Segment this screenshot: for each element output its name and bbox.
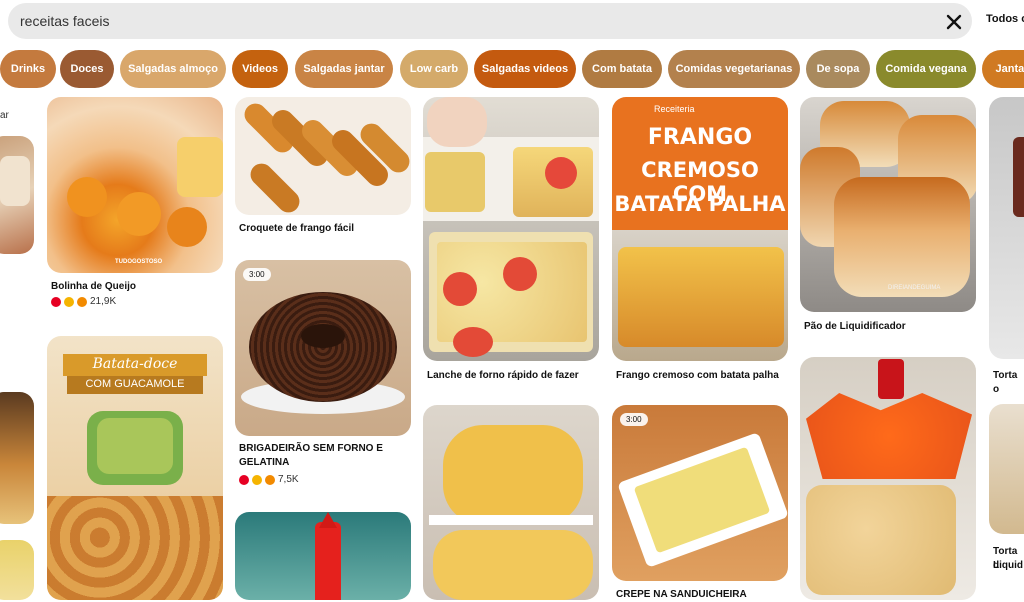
pin-title[interactable]: Frango cremoso com batata palha	[616, 369, 779, 383]
filter-chip[interactable]: Drinks	[0, 50, 56, 88]
filter-chip[interactable]: Salgadas videos	[474, 50, 576, 88]
pin-card[interactable]	[423, 405, 599, 600]
top-bar: Todos o	[0, 0, 1024, 44]
video-duration: 3:00	[243, 268, 271, 281]
filter-chip[interactable]: Jantar	[982, 50, 1024, 88]
emoji-icon	[252, 474, 262, 485]
pin-title[interactable]: CREPE NA SANDUICHEIRA	[616, 588, 747, 602]
pin-watermark: DIREIANDEGUIMA	[888, 285, 941, 291]
pin-reactions: 21,9K	[51, 296, 116, 307]
pin-title[interactable]: Pão de Liquidificador	[804, 320, 906, 334]
filter-chip[interactable]: Salgadas almoço	[120, 50, 226, 88]
brand-label: Receiteria	[654, 104, 695, 114]
pin-card-lanche[interactable]	[423, 97, 599, 361]
pin-card[interactable]	[989, 404, 1024, 534]
pin-card-bolinha[interactable]: TUDOGOSTOSO	[47, 97, 223, 273]
pin-card-frango[interactable]: Receiteria FRANGO CREMOSO COM BATATA PAL…	[612, 97, 788, 361]
overlay-title: Batata-doce	[92, 356, 178, 372]
headline-line3: BATATA PALHA	[614, 192, 786, 216]
reaction-count: 7,5K	[278, 474, 299, 485]
side-text: ar	[0, 110, 9, 121]
filter-chip[interactable]: Doces	[60, 50, 114, 88]
heart-icon	[239, 474, 249, 485]
headline-line1: FRANGO	[647, 125, 753, 150]
pin-card[interactable]	[0, 540, 34, 600]
filter-chip[interactable]: Comidas vegetarianas	[668, 50, 800, 88]
pin-title-line2[interactable]: GELATINA	[239, 456, 289, 470]
pin-title-line2[interactable]: Liquid	[993, 559, 1023, 573]
pin-card[interactable]	[0, 136, 34, 254]
pin-card-batata-doce[interactable]: Batata-doce COM GUACAMOLE	[47, 336, 223, 600]
reaction-count: 21,9K	[90, 296, 117, 307]
emoji-icon	[64, 296, 74, 307]
pin-card-croquete[interactable]	[235, 97, 411, 215]
pin-card[interactable]	[235, 512, 411, 600]
pin-watermark: TUDOGOSTOSO	[115, 259, 163, 265]
search-input[interactable]	[20, 3, 920, 39]
pin-title[interactable]: Torta o	[993, 369, 1024, 397]
pin-card[interactable]	[0, 392, 34, 524]
filter-chips: Drinks Doces Salgadas almoço Videos Salg…	[0, 50, 1024, 90]
overlay-subtitle: COM GUACAMOLE	[85, 378, 185, 390]
video-duration: 3:00	[620, 413, 648, 426]
filter-chip[interactable]: Com batata	[582, 50, 662, 88]
search-bar[interactable]	[8, 3, 972, 39]
pin-card[interactable]	[800, 357, 976, 600]
filter-chip[interactable]: Salgadas jantar	[295, 50, 393, 88]
pin-card-crepe[interactable]: 3:00	[612, 405, 788, 581]
search-scope-dropdown[interactable]: Todos o	[986, 13, 1024, 25]
emoji-icon	[265, 474, 275, 485]
pin-card-brigadeirao[interactable]: 3:00	[235, 260, 411, 436]
pin-title[interactable]: Croquete de frango fácil	[239, 222, 354, 236]
pin-title[interactable]: Lanche de forno rápido de fazer	[427, 369, 579, 383]
pin-card-pao[interactable]: DIREIANDEGUIMA	[800, 97, 976, 312]
pin-title[interactable]: BRIGADEIRÃO SEM FORNO E	[239, 442, 383, 456]
emoji-icon	[77, 296, 87, 307]
heart-icon	[51, 296, 61, 307]
filter-chip[interactable]: Low carb	[400, 50, 468, 88]
pin-card[interactable]	[989, 97, 1024, 359]
close-icon[interactable]	[944, 12, 964, 32]
filter-chip[interactable]: De sopa	[806, 50, 870, 88]
pin-reactions: 7,5K	[239, 474, 299, 485]
filter-chip[interactable]: Comida vegana	[876, 50, 976, 88]
pin-title[interactable]: Bolinha de Queijo	[51, 280, 136, 294]
filter-chip[interactable]: Videos	[232, 50, 288, 88]
